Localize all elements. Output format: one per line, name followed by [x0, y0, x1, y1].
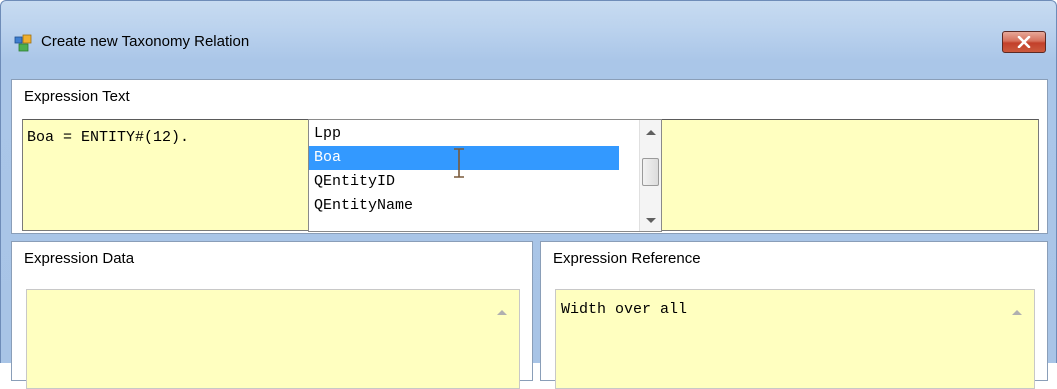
expression-data-textbox[interactable]	[26, 289, 520, 389]
expression-reference-panel: Expression Reference Width over all	[540, 241, 1048, 389]
title-bar[interactable]: Create new Taxonomy Relation	[1, 1, 1056, 77]
expression-reference-label: Expression Reference	[553, 250, 701, 267]
scroll-thumb[interactable]	[642, 158, 659, 186]
autocomplete-item[interactable]: QEntityName	[309, 194, 619, 218]
expression-reference-textbox[interactable]: Width over all	[555, 289, 1035, 389]
scroll-up-arrow-icon[interactable]	[1012, 310, 1022, 315]
expression-text-value: Boa = ENTITY#(12).	[27, 129, 190, 146]
dialog-window: Create new Taxonomy Relation Expression …	[0, 0, 1057, 389]
scroll-up-arrow-icon[interactable]	[646, 130, 656, 135]
window-app-icon	[14, 34, 32, 52]
autocomplete-item[interactable]: Lpp	[309, 122, 619, 146]
expression-text-editor[interactable]: Boa = ENTITY#(12). QEntityName QEntityID B…	[22, 119, 1039, 232]
window-title: Create new Taxonomy Relation	[41, 33, 250, 50]
expression-data-label: Expression Data	[24, 250, 135, 267]
ibeam-cursor-icon	[454, 148, 464, 178]
close-button[interactable]	[1002, 31, 1046, 53]
close-icon	[1017, 36, 1031, 48]
expression-text-label: Expression Text	[24, 88, 130, 105]
expression-reference-value: Width over all	[561, 301, 688, 318]
scroll-up-arrow-icon[interactable]	[497, 310, 507, 315]
autocomplete-list[interactable]: QEntityName QEntityID Boa Lpp	[308, 119, 662, 232]
expression-data-panel: Expression Data	[11, 241, 533, 389]
expression-text-panel: Expression Text Boa = ENTITY#(12). QEnti…	[11, 79, 1048, 234]
autocomplete-scrollbar[interactable]	[639, 120, 661, 231]
scroll-down-arrow-icon[interactable]	[646, 218, 656, 223]
